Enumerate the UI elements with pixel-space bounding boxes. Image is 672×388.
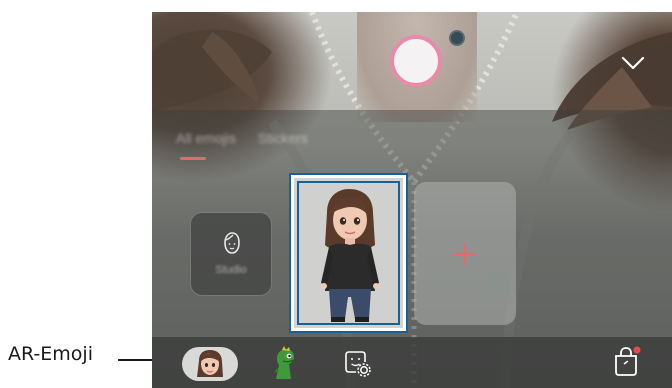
camera-screen: All emojis Stickers Studio: [152, 12, 672, 388]
shutter-button[interactable]: [390, 35, 442, 87]
active-tab-indicator: [180, 157, 206, 160]
add-emoji-tile[interactable]: [414, 182, 516, 325]
sticker-settings-button[interactable]: [342, 348, 372, 378]
avatar-icon: [197, 350, 223, 377]
tab-stickers[interactable]: Stickers: [258, 130, 308, 146]
ar-emoji-avatar-tile[interactable]: [289, 173, 408, 333]
emoji-tabs: All emojis Stickers: [176, 130, 308, 146]
emoji-mode-bar: [152, 337, 672, 388]
preview-pendant: [449, 30, 465, 46]
avatar-preview: [297, 181, 400, 325]
plus-icon: [454, 243, 476, 265]
tab-all-emojis[interactable]: All emojis: [176, 130, 236, 146]
collapse-button[interactable]: [618, 52, 648, 74]
avatar-figure-icon: [321, 189, 379, 322]
ar-emoji-callout-label: AR-Emoji: [8, 343, 93, 365]
shopping-bag-icon: [615, 346, 641, 376]
ar-emoji-button[interactable]: [182, 347, 238, 381]
studio-tile[interactable]: Studio: [190, 212, 272, 296]
dino-emoji-button[interactable]: [270, 345, 298, 381]
studio-label: Studio: [215, 264, 247, 276]
chevron-down-icon: [621, 56, 645, 70]
sticker-settings-icon: [345, 351, 371, 377]
store-button[interactable]: [610, 344, 642, 378]
face-outline-icon: [224, 232, 240, 254]
dinosaur-emoji-icon: [274, 346, 294, 379]
